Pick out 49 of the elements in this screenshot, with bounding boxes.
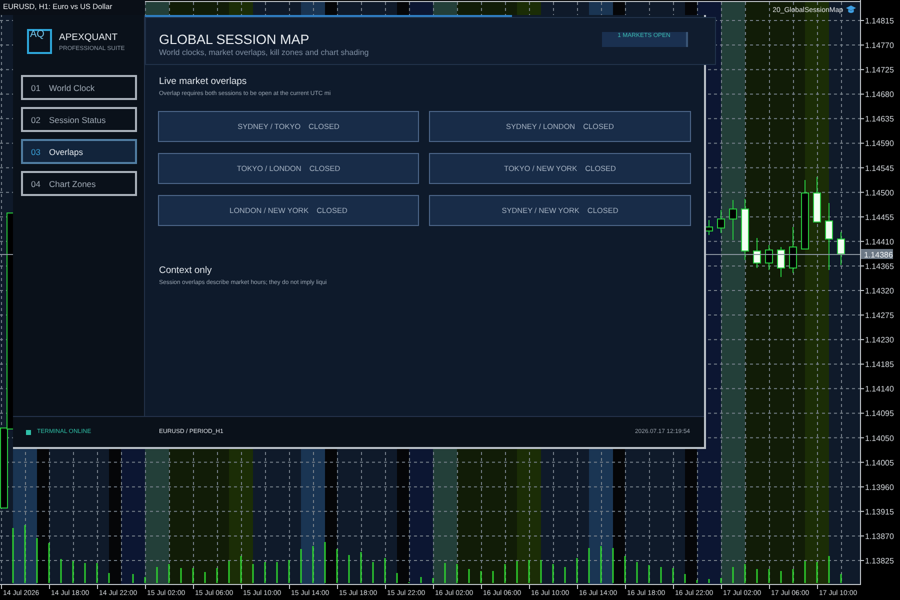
nav-tab[interactable]: 02 Session Status xyxy=(21,107,137,132)
nav-tab[interactable]: 03 Overlaps xyxy=(21,139,137,164)
price-label: 1.14590 xyxy=(865,139,894,148)
page-subtitle: World clocks, market overlaps, kill zones and chart shading xyxy=(159,48,369,58)
logo-mark: AQ xyxy=(27,29,52,54)
candlestick xyxy=(789,226,797,274)
price-label: 1.14635 xyxy=(865,114,894,124)
price-label: 1.13870 xyxy=(865,532,894,541)
price-label: 1.14455 xyxy=(865,212,894,222)
price-label: 1.14140 xyxy=(865,384,894,394)
price-label: 1.14275 xyxy=(865,311,894,320)
price-label: 1.13825 xyxy=(865,556,894,566)
candlestick xyxy=(765,244,773,270)
nav-tab[interactable]: 01 World Clock xyxy=(21,75,137,100)
price-label: 1.14545 xyxy=(865,164,894,173)
price-label: 1.14680 xyxy=(865,90,894,100)
price-label: 1.14815 xyxy=(865,16,894,26)
candlestick xyxy=(717,210,725,234)
candlestick xyxy=(753,238,761,268)
candlestick xyxy=(801,180,809,250)
current-price-label: 1.14386 xyxy=(861,249,893,260)
nav-tab[interactable]: 04 Chart Zones xyxy=(21,171,137,196)
price-label: 1.14185 xyxy=(865,360,894,370)
section-title: Live market overlaps xyxy=(159,76,248,88)
graduation-cap-icon xyxy=(846,6,856,13)
online-status-icon xyxy=(26,430,31,434)
price-label: 1.14230 xyxy=(865,336,894,345)
price-label: 1.14770 xyxy=(865,41,894,50)
candlestick xyxy=(825,202,833,270)
app-name: APEXQUANT xyxy=(59,32,119,43)
price-label: 1.14725 xyxy=(865,66,894,75)
candlestick xyxy=(705,220,713,236)
price-label: 1.14050 xyxy=(865,434,894,443)
price-label: 1.14500 xyxy=(865,188,894,198)
context-title: Context only xyxy=(159,265,213,277)
price-label: 1.14095 xyxy=(865,409,894,418)
price-label: 1.13915 xyxy=(865,507,894,516)
price-label: 1.14365 xyxy=(865,262,894,271)
price-label: 1.14005 xyxy=(865,458,894,468)
price-label: 1.14410 xyxy=(865,237,894,246)
candlestick xyxy=(741,198,749,260)
price-label: 1.13960 xyxy=(865,482,894,492)
candlestick xyxy=(813,176,821,222)
price-label: 1.14320 xyxy=(865,286,894,296)
candlestick xyxy=(837,232,845,266)
candlestick xyxy=(777,246,785,278)
page-title: GLOBAL SESSION MAP xyxy=(159,32,310,48)
price-line xyxy=(0,254,14,255)
candlestick xyxy=(729,200,737,240)
